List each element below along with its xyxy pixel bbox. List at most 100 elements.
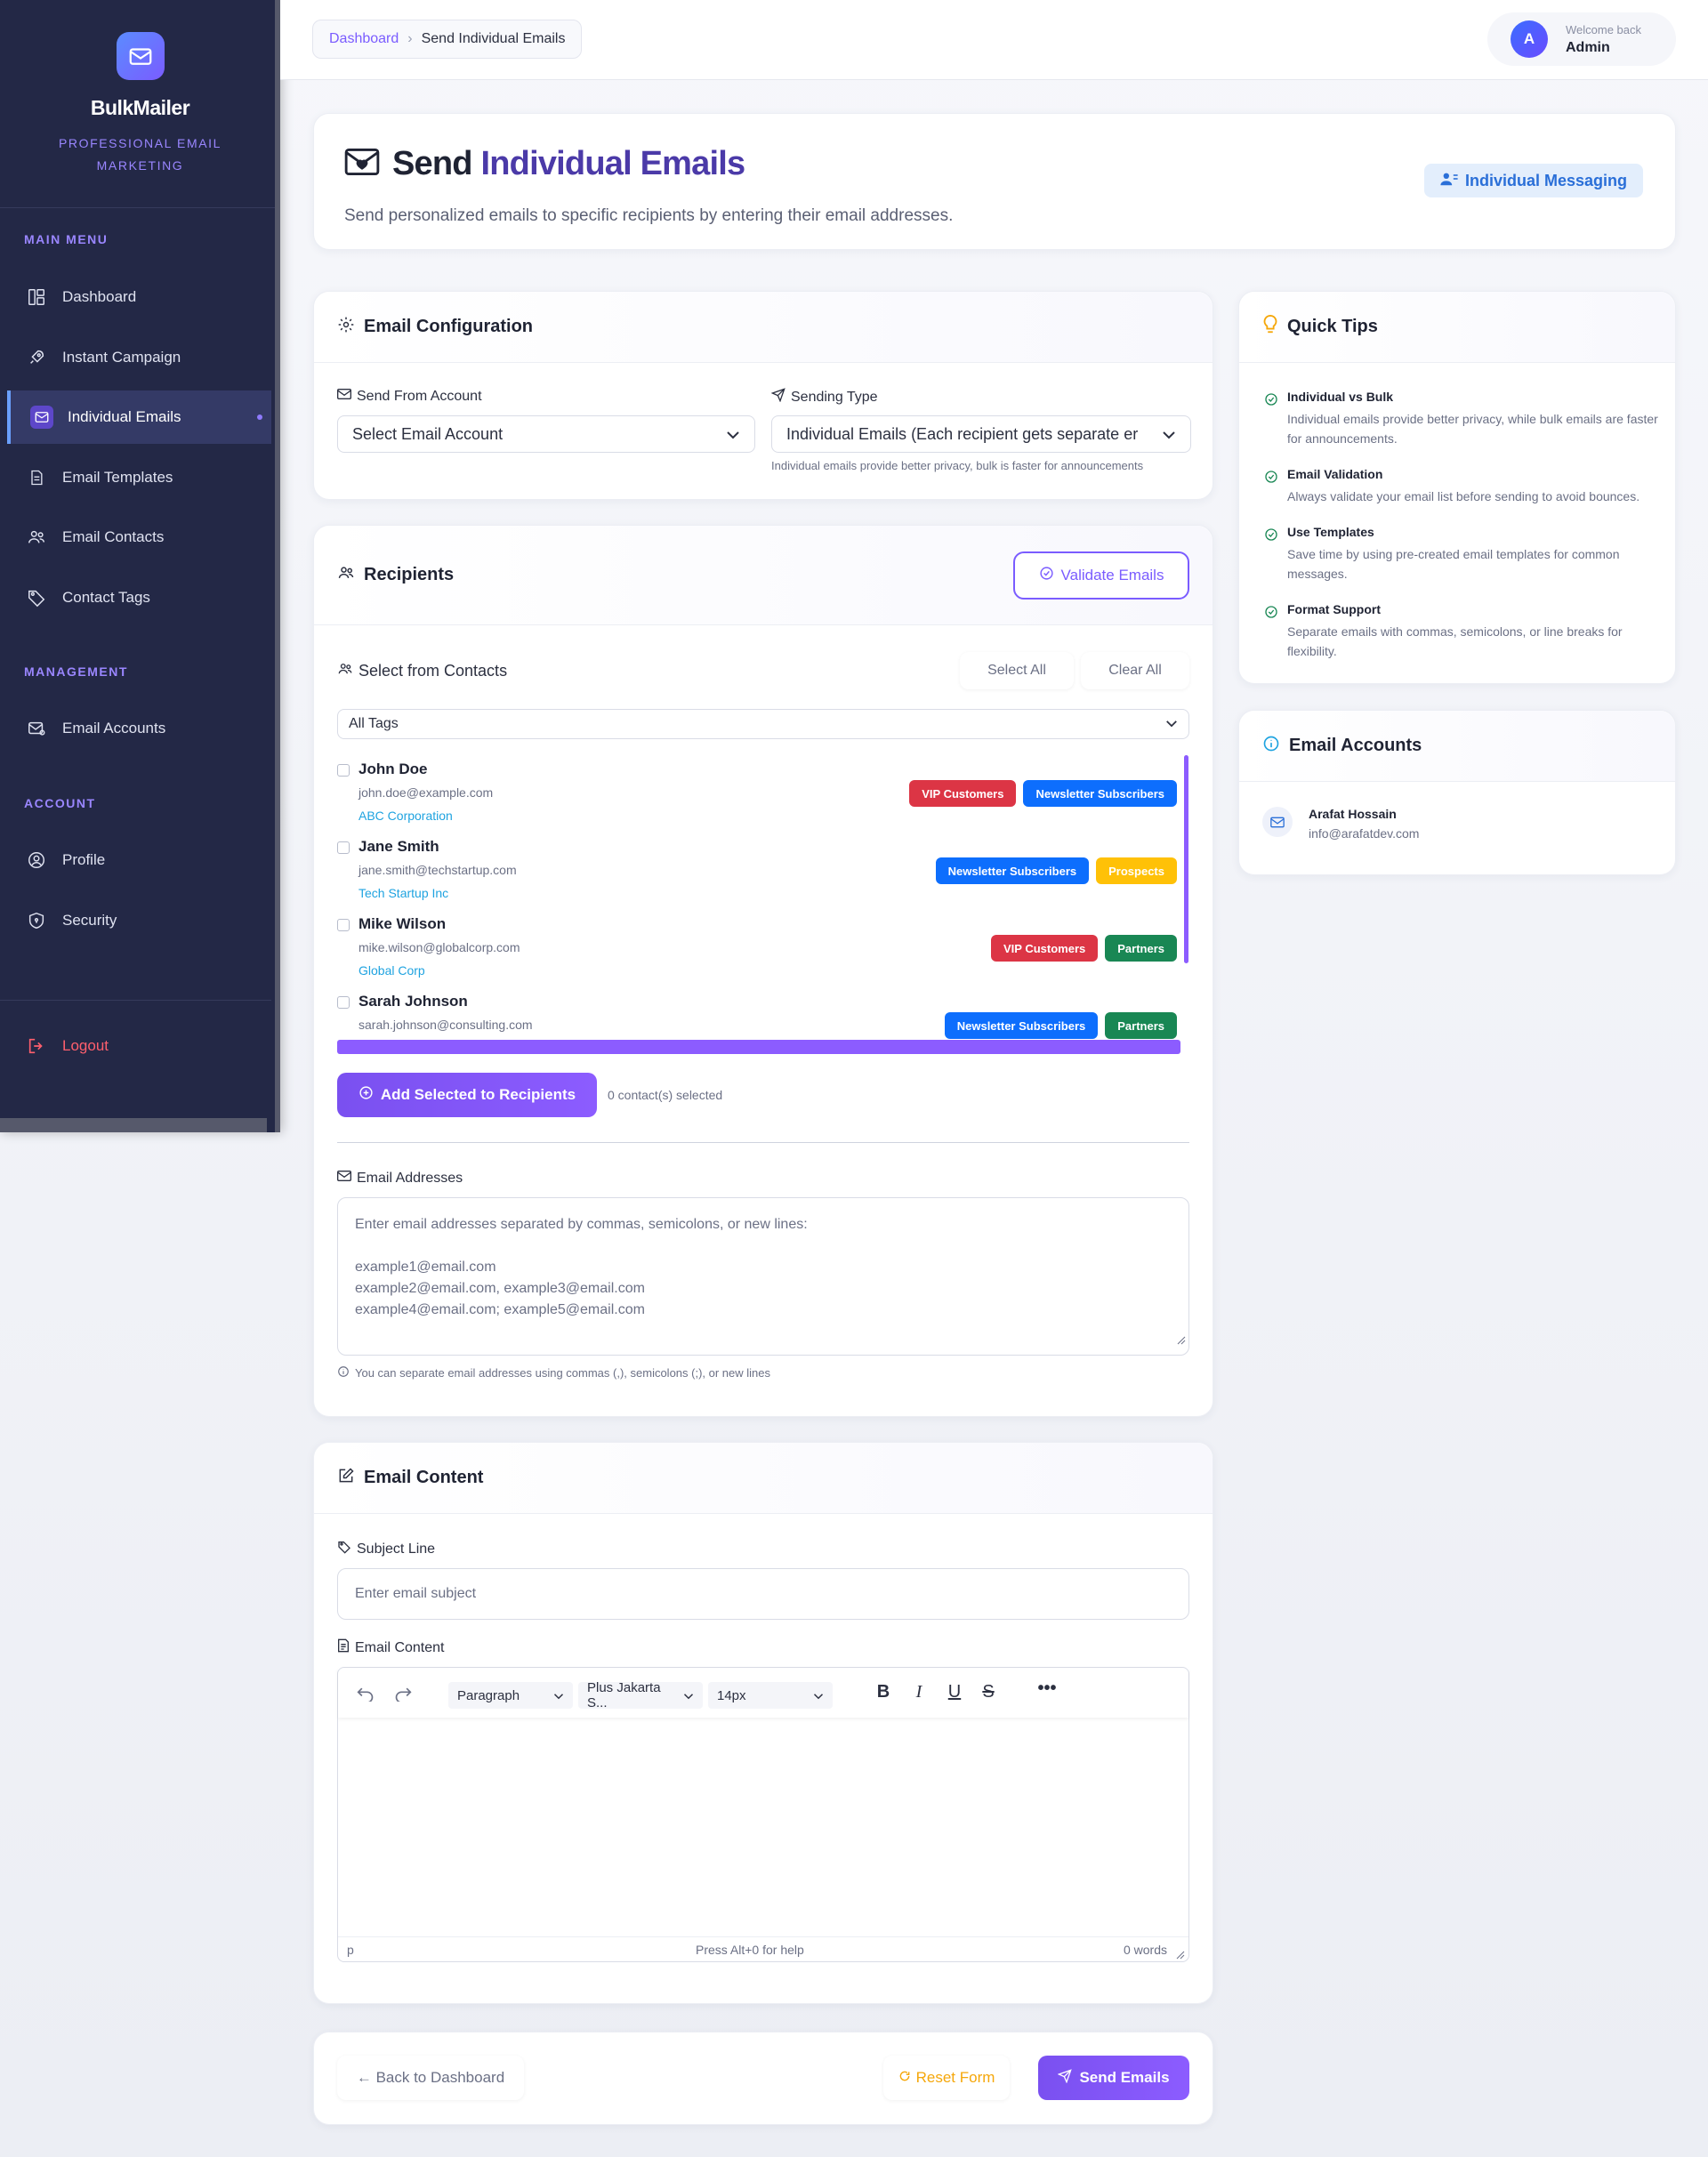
card-title: Recipients [364,565,455,584]
check-circle-icon [1264,527,1278,546]
tip-title: Format Support [1287,602,1381,616]
contact-tags: VIP Customers Partners [991,935,1177,962]
sidebar-item-instant-campaign[interactable]: Instant Campaign [0,331,271,384]
contact-checkbox[interactable] [337,996,350,1009]
tag-icon [25,586,48,609]
send-emails-button[interactable]: Send Emails [1038,2056,1189,2100]
subject-input[interactable]: Enter email subject [337,1568,1189,1620]
list-item[interactable]: Jane Smith jane.smith@techstartup.com Te… [337,836,1177,914]
sidebar-scrollbar[interactable] [275,0,280,1132]
placeholder-line: example4@email.com; example5@email.com [355,1302,645,1317]
select-all-button[interactable]: Select All [960,652,1074,689]
email-addresses-textarea[interactable]: Enter email addresses separated by comma… [337,1197,1189,1356]
tip-title: Use Templates [1287,525,1374,539]
contact-company: Tech Startup Inc [359,886,449,900]
user-menu[interactable]: A Welcome back Admin [1487,12,1676,66]
sidebar-item-email-templates[interactable]: Email Templates [0,451,271,504]
status-path: p [347,1943,354,1957]
sidebar-item-logout[interactable]: Logout [0,1019,271,1073]
pencil-square-icon [337,1467,355,1489]
contacts-vertical-scrollbar[interactable] [1184,755,1188,963]
add-selected-button[interactable]: Add Selected to Recipients [337,1073,597,1117]
placeholder-line: example2@email.com, example3@email.com [355,1281,645,1296]
tag-filter-select[interactable]: All Tags [337,709,1189,739]
user-circle-icon [25,849,48,872]
sidebar-item-security[interactable]: Security [0,894,271,947]
sidebar-item-label: Dashboard [62,288,137,305]
email-accounts-card: Email Accounts Arafat Hossain info@arafa… [1238,710,1676,875]
sending-type-select[interactable]: Individual Emails (Each recipient gets s… [771,415,1191,453]
bold-icon[interactable]: B [872,1682,895,1702]
select-value: Paragraph [457,1687,520,1703]
paragraph-format-select[interactable]: Paragraph [448,1682,573,1709]
list-item[interactable]: John Doe john.doe@example.com ABC Corpor… [337,759,1177,836]
undo-icon[interactable] [354,1686,377,1707]
user-name: Admin [1566,39,1610,55]
page-title-row: Send Individual Emails [344,145,745,183]
list-item[interactable]: Sarah Johnson sarah.johnson@consulting.c… [337,991,1177,1068]
contact-checkbox[interactable] [337,919,350,931]
gear-icon [337,316,355,338]
brand-name: BulkMailer [90,96,190,119]
reset-form-button[interactable]: Reset Form [883,2056,1010,2100]
list-item[interactable]: Mike Wilson mike.wilson@globalcorp.com G… [337,914,1177,991]
resize-handle-icon[interactable] [1176,1948,1185,1962]
breadcrumb-current: Send Individual Emails [421,31,566,46]
check-circle-icon [1264,470,1278,488]
underline-icon[interactable]: U [943,1682,966,1702]
lightbulb-icon [1262,314,1278,339]
contact-checkbox[interactable] [337,764,350,777]
user-lines-icon [1440,172,1458,190]
sidebar-item-dashboard[interactable]: Dashboard [0,270,271,324]
resize-handle-icon[interactable] [1177,1331,1186,1352]
sidebar-item-label: Logout [62,1037,109,1054]
plus-circle-icon [359,1085,374,1105]
contacts-horizontal-scrollbar[interactable] [337,1040,1180,1054]
breadcrumb-link-dashboard[interactable]: Dashboard [329,31,399,47]
more-options-icon[interactable]: ••• [1035,1678,1059,1699]
contact-checkbox[interactable] [337,841,350,854]
sidebar-item-email-accounts[interactable]: Email Accounts [0,702,271,755]
placeholder-spacer [355,1235,1172,1257]
sidebar-item-individual-emails[interactable]: Individual Emails [7,390,271,444]
validate-emails-button[interactable]: Validate Emails [1013,551,1189,600]
contact-email: sarah.johnson@consulting.com [359,1018,533,1032]
paper-plane-icon [770,388,786,406]
topbar: Dashboard › Send Individual Emails A Wel… [280,0,1708,80]
send-from-select[interactable]: Select Email Account [337,415,755,453]
sidebar-item-email-contacts[interactable]: Email Contacts [0,511,271,564]
card-header: Email Content [314,1443,1213,1514]
contact-name: Sarah Johnson [359,993,468,1010]
contact-email: jane.smith@techstartup.com [359,863,517,877]
editor-toolbar: Paragraph Plus Jakarta S... 14px B I U S… [338,1668,1188,1718]
redo-icon[interactable] [391,1686,415,1707]
page-title-highlight: Individual Emails [480,145,745,182]
sidebar-horizontal-scrollbar[interactable] [0,1118,267,1132]
email-addresses-hint: You can separate email addresses using c… [337,1365,770,1380]
sidebar-item-contact-tags[interactable]: Contact Tags [0,571,271,624]
tip-description: Separate emails with commas, semicolons,… [1287,624,1623,658]
section-management: MANAGEMENT [24,664,128,679]
actions-card: ← Back to Dashboard Reset Form Send Emai… [313,2032,1213,2125]
editor-body[interactable] [338,1718,1188,1941]
font-size-select[interactable]: 14px [708,1682,833,1709]
button-label: Validate Emails [1060,567,1164,584]
font-family-select[interactable]: Plus Jakarta S... [578,1680,703,1710]
contact-tags: Newsletter Subscribers Prospects [935,857,1177,884]
card-header: Quick Tips [1239,292,1675,363]
tag-badge: Partners [1105,1012,1177,1039]
envelope-heart-icon [344,147,380,181]
italic-icon[interactable]: I [907,1682,931,1702]
info-icon [1262,735,1280,757]
clear-all-button[interactable]: Clear All [1081,652,1189,689]
refresh-icon [898,2069,911,2087]
sidebar-divider [0,1000,271,1001]
sidebar-item-profile[interactable]: Profile [0,833,271,887]
label-text: Select from Contacts [359,662,508,680]
chevron-down-icon [726,425,740,444]
tag-badge: Partners [1105,935,1177,962]
strikethrough-icon[interactable]: S [977,1682,1000,1702]
back-to-dashboard-button[interactable]: ← Back to Dashboard [337,2056,524,2100]
envelope-heart-icon [30,406,53,429]
label-text: Subject Line [357,1541,436,1557]
